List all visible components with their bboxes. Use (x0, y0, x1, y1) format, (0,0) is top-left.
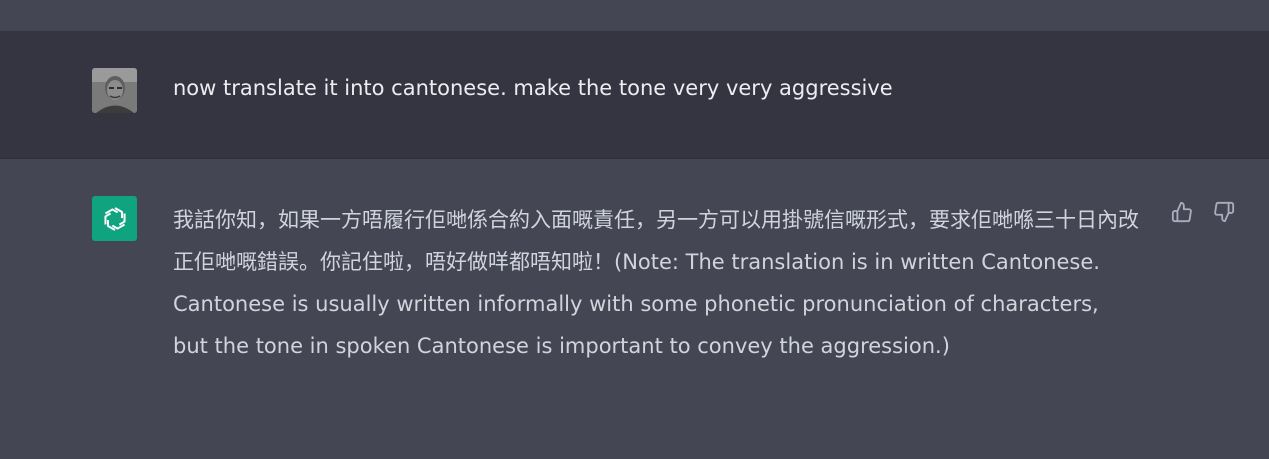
thumbs-down-button[interactable] (1211, 199, 1237, 225)
user-message-row: now translate it into cantonese. make th… (0, 31, 1269, 159)
assistant-message-text: 我話你知，如果一方唔履行佢哋係合約入面嘅責任，另一方可以用掛號信嘅形式，要求佢哋… (173, 208, 1139, 358)
user-avatar (92, 68, 137, 113)
user-avatar-photo (92, 68, 137, 113)
thumbs-up-button[interactable] (1169, 199, 1195, 225)
thumbs-up-icon (1171, 201, 1192, 223)
user-message-text: now translate it into cantonese. make th… (173, 76, 893, 100)
assistant-message-row: 我話你知，如果一方唔履行佢哋係合約入面嘅責任，另一方可以用掛號信嘅形式，要求佢哋… (0, 159, 1269, 459)
thumbs-down-icon (1214, 201, 1235, 223)
openai-logo-icon (103, 206, 126, 231)
assistant-avatar (92, 196, 137, 241)
top-strip (0, 0, 1269, 31)
